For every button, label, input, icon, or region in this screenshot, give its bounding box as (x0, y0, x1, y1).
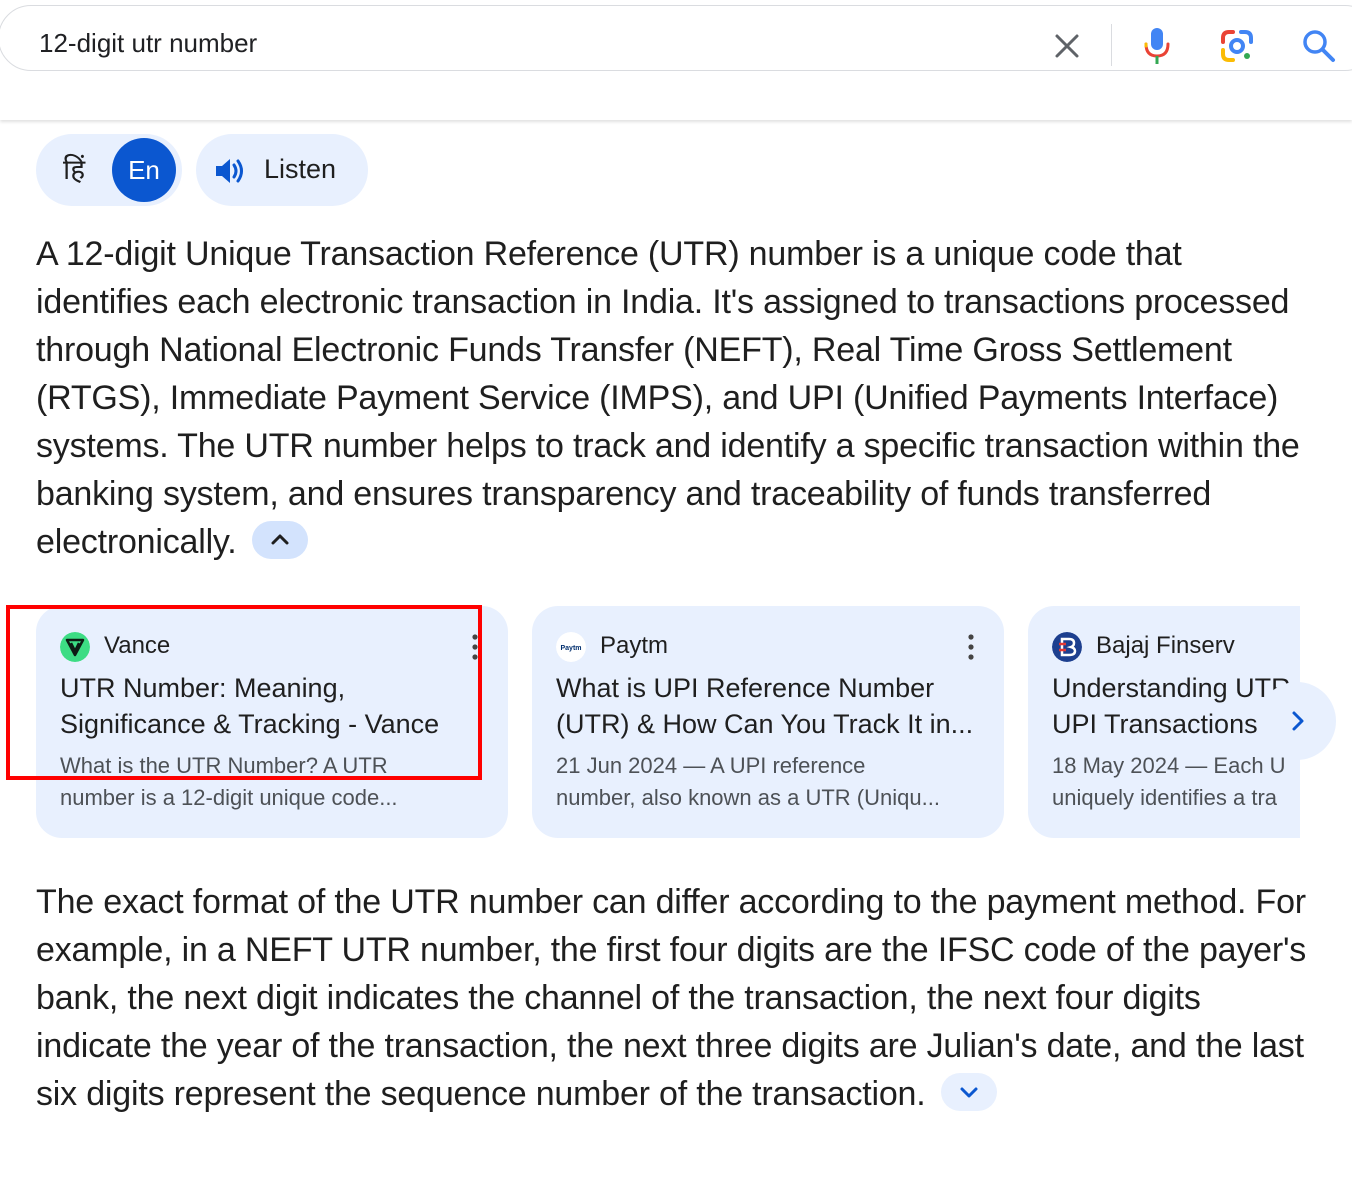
search-icon (1303, 30, 1335, 62)
search-box[interactable]: 12-digit utr number (0, 5, 1352, 71)
source-card-title-line-2: (UTR) & How Can You Track It in... (556, 709, 974, 739)
camera-lens-icon (1221, 30, 1253, 62)
svg-text:Paytm: Paytm (560, 645, 581, 652)
source-card-snippet-line-2: uniquely identifies a tra (1052, 785, 1278, 810)
chevron-up-icon (271, 534, 289, 545)
source-card-vance[interactable]: Vance UTR Number: Meaning, Significance … (36, 606, 508, 838)
source-card-snippet: 21 Jun 2024 — A UPI reference number, al… (556, 750, 976, 814)
listen-button[interactable]: Listen (196, 134, 368, 206)
close-icon (1055, 34, 1079, 58)
language-english-button[interactable]: En (112, 138, 176, 202)
more-options-icon[interactable] (968, 634, 974, 660)
expand-button[interactable] (940, 1073, 997, 1112)
source-card-snippet-line-1: What is the UTR Number? A UTR (60, 753, 388, 778)
source-card-snippet: 18 May 2024 — Each U uniquely identifies… (1052, 750, 1300, 814)
microphone-icon (1144, 28, 1170, 64)
source-card-title-line-2: Significance & Tracking - Vance (60, 709, 440, 739)
image-search-button[interactable] (1217, 26, 1257, 66)
search-divider (1111, 24, 1112, 66)
more-options-icon[interactable] (472, 634, 478, 660)
listen-label: Listen (264, 154, 337, 184)
overview-paragraph-1: A 12-digit Unique Transaction Reference … (36, 230, 1316, 566)
bajaj-finserv-logo-icon (1052, 632, 1082, 662)
paytm-logo-icon: Paytm (556, 632, 586, 662)
source-card-title-line-1: What is UPI Reference Number (556, 673, 935, 703)
source-card-snippet-line-1: 18 May 2024 — Each U (1052, 753, 1286, 778)
search-input[interactable]: 12-digit utr number (39, 28, 257, 59)
overview-paragraph-2-text: The exact format of the UTR number can d… (36, 883, 1307, 1113)
chevron-right-icon (1292, 711, 1304, 731)
vance-logo-icon (60, 632, 90, 662)
source-card-snippet-line-1: 21 Jun 2024 — A UPI reference (556, 753, 866, 778)
source-card-paytm[interactable]: Paytm Paytm What is UPI Reference Number… (532, 606, 1004, 838)
search-submit-button[interactable] (1299, 26, 1339, 66)
source-site-name: Vance (104, 632, 171, 659)
source-card-title-line-1: UTR Number: Meaning, (60, 673, 346, 703)
source-site-name: Paytm (600, 632, 669, 659)
chevron-down-icon (960, 1087, 978, 1098)
clear-search-button[interactable] (1049, 28, 1085, 64)
speaker-icon (216, 159, 243, 183)
source-card-snippet: What is the UTR Number? A UTR number is … (60, 750, 480, 814)
collapse-button[interactable] (251, 521, 308, 560)
source-site-name: Bajaj Finserv (1096, 632, 1235, 659)
overview-paragraph-2: The exact format of the UTR number can d… (36, 878, 1316, 1118)
source-card-snippet-line-2: number, also known as a UTR (Uniqu... (556, 785, 940, 810)
overview-paragraph-1-text: A 12-digit Unique Transaction Reference … (36, 235, 1300, 561)
source-card-title: UTR Number: Meaning, Significance & Trac… (60, 670, 480, 742)
language-hindi-button[interactable]: हिं (50, 146, 98, 194)
search-header: 12-digit utr number (0, 0, 1352, 120)
source-cards-carousel: Vance UTR Number: Meaning, Significance … (36, 606, 1300, 838)
carousel-next-button[interactable] (1258, 682, 1336, 760)
voice-search-button[interactable] (1139, 26, 1175, 66)
source-card-title: What is UPI Reference Number (UTR) & How… (556, 670, 976, 742)
source-card-snippet-line-2: number is a 12-digit unique code... (60, 785, 398, 810)
language-toggle: हिं En (36, 134, 182, 206)
